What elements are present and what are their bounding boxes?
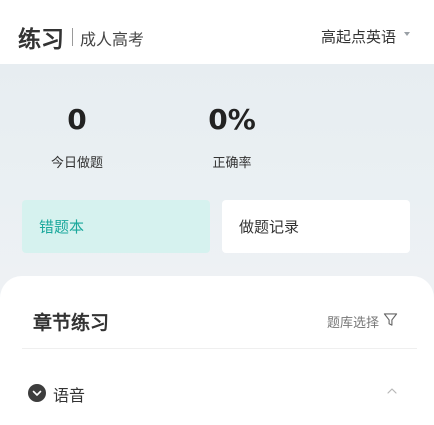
chapter-practice-title: 章节练习 [33,312,110,334]
accuracy-stat: 0% 正确率 [172,102,292,171]
chevron-down-circle-icon [28,384,46,402]
today-count-stat: 0 今日做题 [17,102,137,171]
exam-category: 成人高考 [80,30,145,49]
today-count-value: 0 [67,103,87,136]
wrong-book-button[interactable]: 错题本 [22,200,210,253]
stats-section: 0 今日做题 0% 正确率 错题本 做题记录 [0,64,434,279]
question-bank-selector[interactable]: 题库选择 [327,312,379,331]
panel-divider [22,348,417,349]
section-item-phonetics[interactable]: 语音 [22,374,417,414]
chevron-up-icon[interactable] [386,386,398,396]
chapter-practice-panel: 章节练习 题库选择 语音 [0,276,434,425]
practice-records-button[interactable]: 做题记录 [222,200,410,253]
section-label: 语音 [53,386,86,405]
page-header: 练习 成人高考 高起点英语 [0,6,434,64]
accuracy-label: 正确率 [212,156,252,171]
page-title: 练习 [18,27,64,53]
caret-down-icon[interactable] [404,32,410,36]
course-selector[interactable]: 高起点英语 [321,26,396,47]
filter-icon[interactable] [383,312,398,327]
today-count-label: 今日做题 [50,156,103,171]
accuracy-value: 0% [208,103,256,136]
title-divider [72,28,73,46]
